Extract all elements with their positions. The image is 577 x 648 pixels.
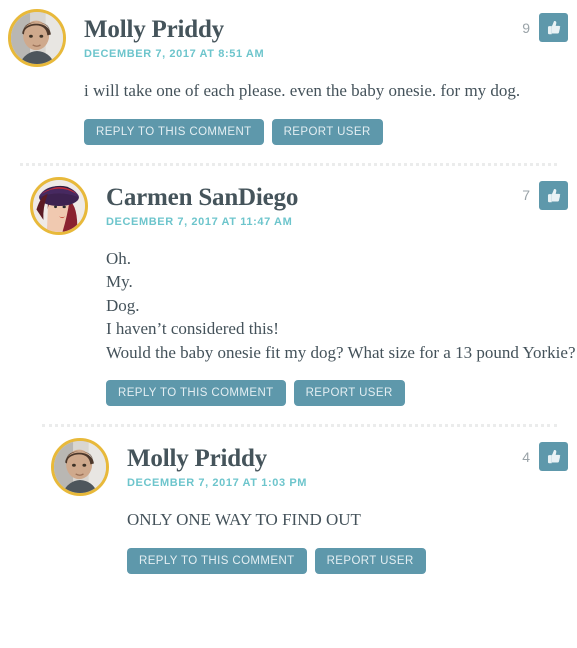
reply-to-comment-button[interactable]: REPLY TO THIS COMMENT (127, 547, 307, 574)
report-user-button[interactable]: REPORT USER (314, 547, 426, 574)
vote-count: 9 (522, 19, 530, 36)
upvote-button[interactable] (539, 180, 568, 210)
molly-priddy-avatar (11, 12, 63, 64)
reply-to-comment-button[interactable]: REPLY TO THIS COMMENT (84, 118, 264, 145)
reply-to-comment-button[interactable]: REPLY TO THIS COMMENT (106, 380, 286, 406)
vote-count: 4 (522, 448, 530, 465)
comment-thread: Molly Priddy DECEMBER 7, 2017 AT 8:51 AM… (0, 0, 577, 588)
comment-divider-wrap (22, 424, 577, 427)
comment-actions: REPLY TO THIS COMMENT REPORT USER (106, 380, 577, 406)
carmen-sandiego-avatar (33, 179, 85, 232)
comment-divider (20, 162, 557, 166)
avatar[interactable] (51, 438, 109, 496)
comment-body-line: Oh. (106, 248, 132, 268)
author-name: Molly Priddy (84, 16, 224, 43)
report-user-button[interactable]: REPORT USER (271, 118, 383, 145)
vote-control: 4 (522, 442, 568, 471)
comment-body-line: ONLY ONE WAY TO FIND OUT (127, 510, 361, 529)
comment-body: Oh. My. Dog. I haven’t considered this! … (106, 247, 577, 365)
comment-body-line: Dog. (106, 295, 140, 315)
comment-item: Carmen SanDiego DECEMBER 7, 2017 AT 11:4… (0, 168, 577, 427)
vote-control: 9 (522, 13, 568, 42)
comment-timestamp: DECEMBER 7, 2017 AT 1:03 PM (127, 477, 308, 489)
comment-item: Molly Priddy DECEMBER 7, 2017 AT 8:51 AM… (0, 0, 577, 166)
thumbs-up-icon (547, 20, 561, 35)
avatar[interactable] (30, 176, 88, 235)
comment-header: Carmen SanDiego DECEMBER 7, 2017 AT 11:4… (106, 177, 577, 235)
comment-body-line: i will take one of each please. even the… (84, 81, 521, 100)
comment-timestamp: DECEMBER 7, 2017 AT 11:47 AM (106, 215, 293, 228)
comment-actions: REPLY TO THIS COMMENT REPORT USER (84, 118, 577, 145)
upvote-button[interactable] (539, 442, 568, 471)
author-name: Carmen SanDiego (106, 183, 299, 211)
comment-body-line: I haven’t considered this! (106, 319, 279, 338)
thumbs-up-icon (547, 449, 561, 464)
report-user-button[interactable]: REPORT USER (293, 380, 405, 406)
molly-priddy-avatar (54, 441, 106, 493)
comment-item: Molly Priddy DECEMBER 7, 2017 AT 1:03 PM… (0, 429, 577, 588)
thumbs-up-icon (547, 188, 561, 202)
comment-timestamp: DECEMBER 7, 2017 AT 8:51 AM (84, 48, 265, 60)
vote-control: 7 (522, 180, 568, 210)
comment-header: Molly Priddy DECEMBER 7, 2017 AT 8:51 AM (84, 9, 577, 67)
comment-body-line: Would the baby onesie fit my dog? What s… (106, 342, 576, 362)
comment-body: i will take one of each please. even the… (84, 79, 577, 103)
comment-body-line: My. (106, 272, 133, 291)
author-name: Molly Priddy (127, 445, 267, 472)
vote-count: 7 (522, 187, 530, 203)
comment-actions: REPLY TO THIS COMMENT REPORT USER (127, 547, 577, 574)
comment-body: ONLY ONE WAY TO FIND OUT (127, 508, 577, 532)
avatar[interactable] (8, 9, 66, 67)
comment-divider (42, 424, 557, 427)
upvote-button[interactable] (539, 13, 568, 42)
comment-divider-wrap (0, 162, 577, 166)
comment-header: Molly Priddy DECEMBER 7, 2017 AT 1:03 PM (127, 438, 577, 496)
